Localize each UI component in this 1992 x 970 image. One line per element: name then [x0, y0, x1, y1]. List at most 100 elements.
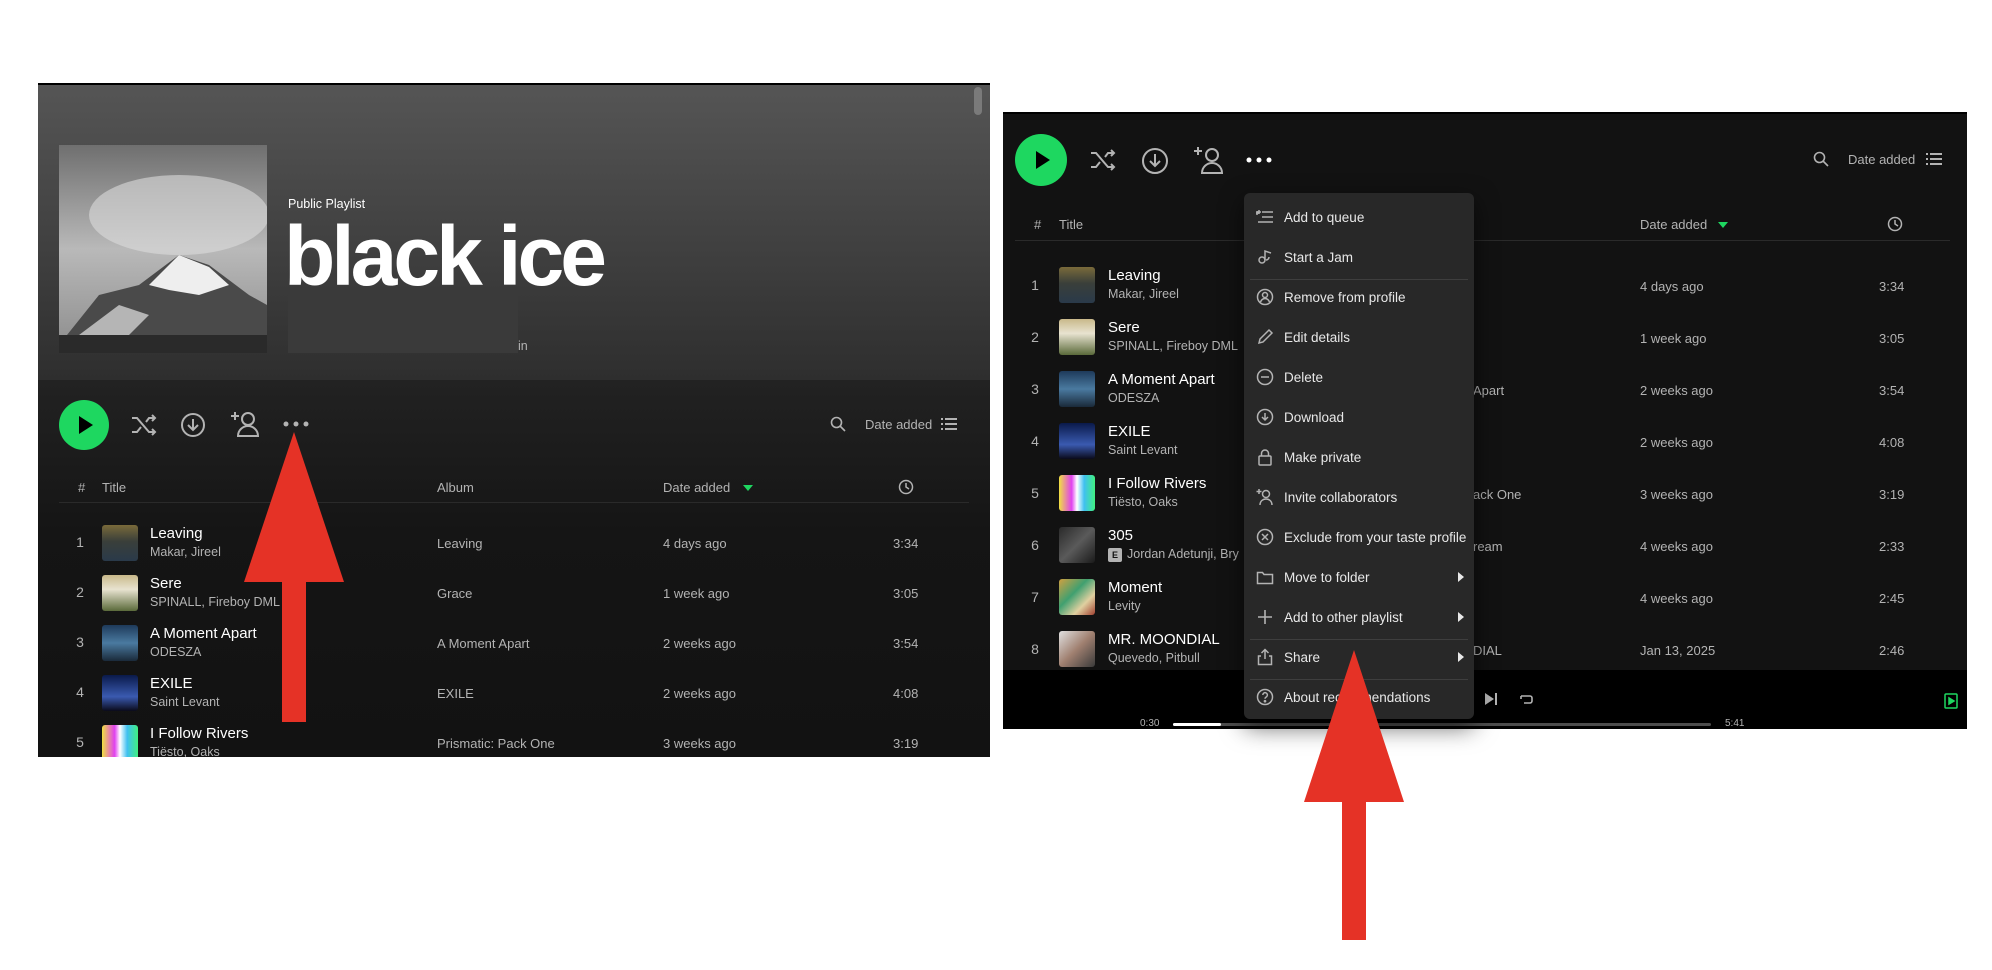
playlist-body: Date added # Title Album Date added 1 Le…: [38, 380, 990, 757]
menu-item-add-to-queue[interactable]: Add to queue: [1244, 197, 1474, 237]
track-album[interactable]: Grace: [437, 586, 472, 601]
menu-item-delete[interactable]: Delete: [1244, 357, 1474, 397]
list-view-icon[interactable]: [1926, 152, 1942, 166]
track-artist[interactable]: Tiësto, Oaks: [1108, 495, 1178, 509]
track-title[interactable]: MR. MOONDIAL: [1108, 631, 1220, 648]
track-artist[interactable]: ODESZA: [1108, 391, 1159, 405]
table-row[interactable]: 5 I Follow Rivers Tiësto, Oaks Prismatic…: [38, 720, 990, 757]
playlist-cover-image: [59, 145, 267, 353]
track-duration: 3:34: [893, 536, 919, 551]
table-row[interactable]: 2 Sere SPINALL, Fireboy DML 1 week ago 3…: [1003, 313, 1967, 365]
x-circle-icon: [1256, 528, 1274, 546]
progress-bar[interactable]: [1173, 723, 1711, 726]
more-options-icon[interactable]: [1245, 156, 1273, 164]
track-artist[interactable]: Makar, Jireel: [150, 545, 221, 559]
column-header-title[interactable]: Title: [1059, 217, 1083, 232]
next-track-icon[interactable]: [1483, 691, 1499, 707]
submenu-arrow-icon: [1458, 612, 1464, 622]
table-row[interactable]: 3 A Moment Apart ODESZA A Moment Apart 2…: [38, 620, 990, 670]
menu-item-remove-from-profile[interactable]: Remove from profile: [1244, 277, 1474, 317]
track-artist[interactable]: Saint Levant: [1108, 443, 1178, 457]
table-row[interactable]: 5 I Follow Rivers Tiësto, Oaks ack One 3…: [1003, 469, 1967, 521]
track-artwork: [102, 575, 138, 611]
search-icon[interactable]: [830, 416, 846, 432]
table-row[interactable]: 6 305 E Jordan Adetunji, Bry ream 4 weeks…: [1003, 521, 1967, 573]
menu-item-label: Download: [1284, 409, 1345, 425]
table-row[interactable]: 8 MR. MOONDIAL Quevedo, Pitbull DIAL Jan…: [1003, 625, 1967, 673]
playlist-meta-redacted: [288, 293, 518, 353]
table-row[interactable]: 3 A Moment Apart ODESZA Apart 2 weeks ag…: [1003, 365, 1967, 417]
scrollbar-thumb[interactable]: [974, 87, 982, 115]
shuffle-icon[interactable]: [1089, 148, 1119, 172]
sort-dropdown-label[interactable]: Date added: [865, 417, 932, 432]
play-button[interactable]: [59, 400, 109, 450]
table-row[interactable]: 1 Leaving Makar, Jireel 4 days ago 3:34: [1003, 261, 1967, 313]
track-number: 8: [1031, 641, 1039, 657]
track-album[interactable]: EXILE: [437, 686, 474, 701]
track-album[interactable]: Prismatic: Pack One: [437, 736, 555, 751]
play-button[interactable]: [1015, 134, 1067, 186]
track-title[interactable]: Sere: [150, 575, 182, 592]
track-title[interactable]: Leaving: [1108, 267, 1161, 284]
shuffle-icon[interactable]: [130, 413, 158, 437]
add-user-icon: [1256, 488, 1274, 506]
table-row[interactable]: 4 EXILE Saint Levant 2 weeks ago 4:08: [1003, 417, 1967, 469]
column-header-title[interactable]: Title: [102, 480, 126, 495]
track-artist[interactable]: Saint Levant: [150, 695, 220, 709]
table-row[interactable]: 4 EXILE Saint Levant EXILE 2 weeks ago 4…: [38, 670, 990, 720]
menu-item-add-to-other-playlist[interactable]: Add to other playlist: [1244, 597, 1474, 637]
menu-item-move-to-folder[interactable]: Move to folder: [1244, 557, 1474, 597]
column-header-date-added[interactable]: Date added: [663, 480, 730, 495]
track-title[interactable]: EXILE: [150, 675, 193, 692]
track-album[interactable]: Leaving: [437, 536, 483, 551]
repeat-icon[interactable]: [1518, 691, 1534, 707]
table-row[interactable]: 7 Moment Levity 4 weeks ago 2:45: [1003, 573, 1967, 625]
menu-item-download[interactable]: Download: [1244, 397, 1474, 437]
now-playing-view-icon[interactable]: [1944, 693, 1958, 709]
track-artist-name[interactable]: Jordan Adetunji, Bry: [1127, 547, 1239, 561]
track-title[interactable]: A Moment Apart: [1108, 371, 1215, 388]
track-album[interactable]: A Moment Apart: [437, 636, 530, 651]
column-header-date-added[interactable]: Date added: [1640, 217, 1707, 232]
menu-item-start-a-jam[interactable]: Start a Jam: [1244, 237, 1474, 277]
track-album[interactable]: DIAL: [1473, 643, 1502, 658]
download-icon[interactable]: [180, 412, 206, 438]
track-title[interactable]: Leaving: [150, 525, 203, 542]
list-view-icon[interactable]: [941, 417, 957, 431]
track-artist[interactable]: Makar, Jireel: [1108, 287, 1179, 301]
menu-item-invite-collaborators[interactable]: Invite collaborators: [1244, 477, 1474, 517]
track-artist[interactable]: SPINALL, Fireboy DML: [1108, 339, 1238, 353]
track-artist[interactable]: ODESZA: [150, 645, 201, 659]
track-artist[interactable]: Levity: [1108, 599, 1141, 613]
download-icon[interactable]: [1141, 147, 1169, 175]
track-number: 1: [1031, 277, 1039, 293]
menu-item-label: Start a Jam: [1284, 249, 1354, 265]
menu-item-label: Add to other playlist: [1284, 609, 1403, 625]
track-title[interactable]: 305: [1108, 527, 1133, 544]
sort-dropdown-label[interactable]: Date added: [1848, 152, 1915, 167]
track-artist[interactable]: E Jordan Adetunji, Bry: [1108, 547, 1239, 562]
track-title[interactable]: Moment: [1108, 579, 1162, 596]
table-row[interactable]: 1 Leaving Makar, Jireel Leaving 4 days a…: [38, 520, 990, 570]
menu-item-label: Move to folder: [1284, 569, 1370, 585]
table-row[interactable]: 2 Sere SPINALL, Fireboy DML Grace 1 week…: [38, 570, 990, 620]
column-header-num: #: [1034, 217, 1042, 232]
add-user-icon[interactable]: [1193, 145, 1225, 175]
column-header-album[interactable]: Album: [437, 480, 474, 495]
track-album[interactable]: Apart: [1473, 383, 1504, 398]
track-title[interactable]: I Follow Rivers: [150, 725, 248, 742]
menu-item-edit-details[interactable]: Edit details: [1244, 317, 1474, 357]
track-title[interactable]: Sere: [1108, 319, 1140, 336]
track-artist[interactable]: Tiësto, Oaks: [150, 745, 220, 757]
track-artwork: [102, 525, 138, 561]
menu-item-exclude-from-taste-profile[interactable]: Exclude from your taste profile: [1244, 517, 1474, 557]
search-icon[interactable]: [1813, 151, 1829, 167]
add-to-queue-icon: [1256, 208, 1274, 226]
track-album[interactable]: ream: [1473, 539, 1503, 554]
menu-item-make-private[interactable]: Make private: [1244, 437, 1474, 477]
track-album[interactable]: ack One: [1473, 487, 1521, 502]
track-title[interactable]: I Follow Rivers: [1108, 475, 1206, 492]
track-title[interactable]: EXILE: [1108, 423, 1151, 440]
track-artist[interactable]: Quevedo, Pitbull: [1108, 651, 1200, 665]
more-options-icon[interactable]: [282, 420, 310, 428]
